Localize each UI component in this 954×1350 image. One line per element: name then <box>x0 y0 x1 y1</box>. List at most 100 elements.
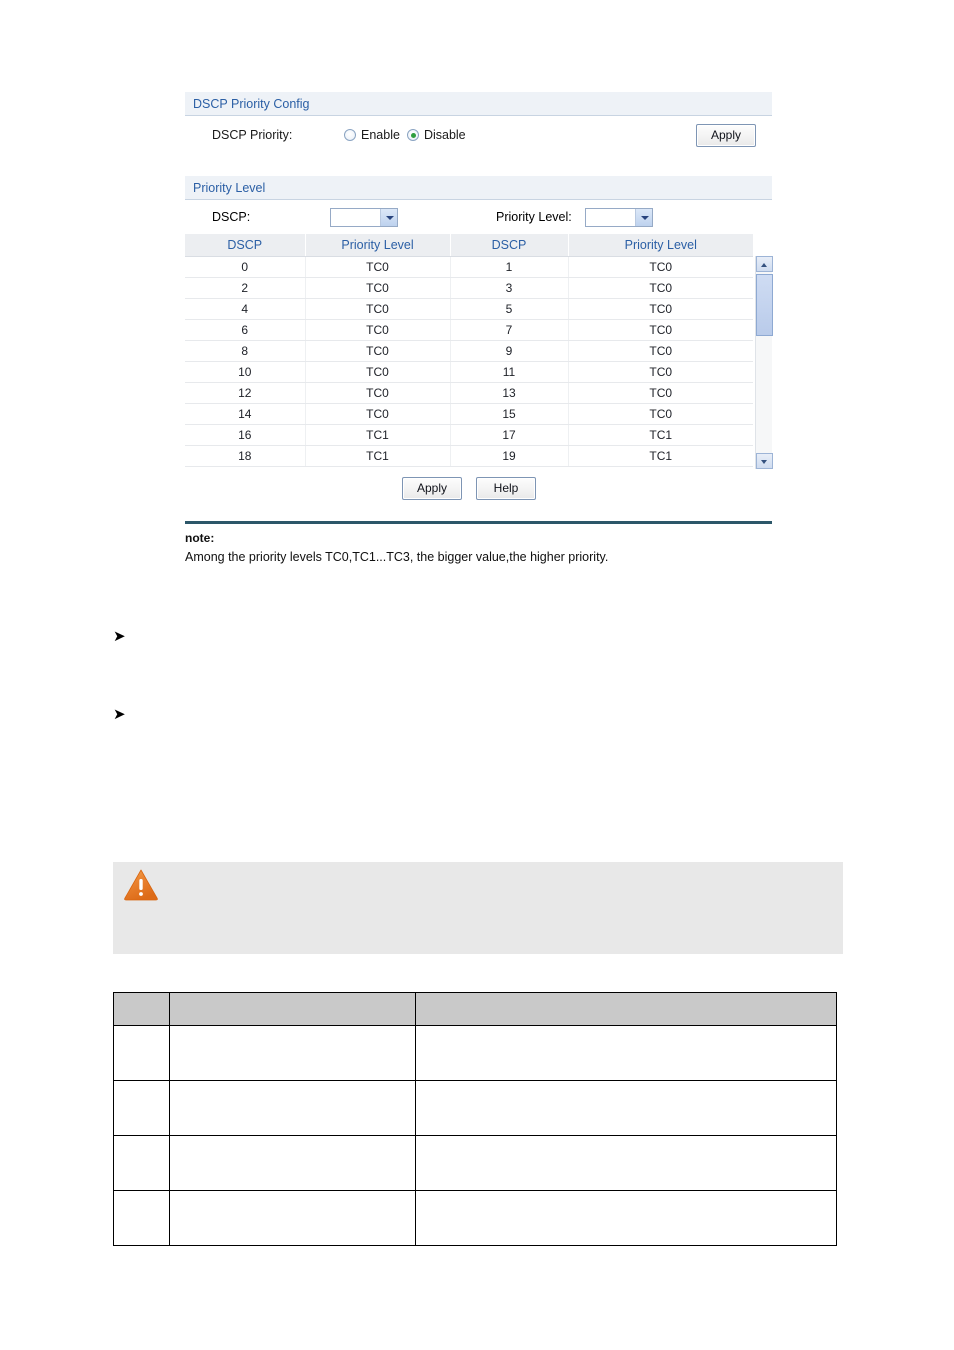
table-cell: 5 <box>450 298 569 320</box>
arrow-bullet-icon: ➤ <box>113 705 126 723</box>
caution-box <box>113 862 843 954</box>
dscp-config-body: DSCP Priority: Enable Disable Apply <box>185 116 772 154</box>
table-row <box>113 1025 838 1081</box>
apply-button-dscp-config[interactable]: Apply <box>696 124 756 147</box>
apply-button-priority-level[interactable]: Apply <box>402 476 462 500</box>
table-cell: TC0 <box>305 361 451 383</box>
radio-enable-icon[interactable] <box>344 129 356 141</box>
table-cell: 13 <box>450 382 569 404</box>
table-cell <box>113 1135 170 1191</box>
dscp-priority-label: DSCP Priority: <box>212 128 293 142</box>
table-row: 16 TC1 17 TC1 <box>185 424 753 446</box>
table-cell <box>414 1190 838 1246</box>
table-cell: TC0 <box>305 340 451 362</box>
arrow-bullet-icon: ➤ <box>113 627 126 645</box>
table-cell: 10 <box>185 361 306 383</box>
table-cell: 3 <box>450 277 569 299</box>
table-cell <box>113 1025 170 1081</box>
table-cell: 1 <box>450 256 569 278</box>
table-row: 0 TC0 1 TC0 <box>185 256 753 278</box>
warning-triangle-icon <box>124 869 158 901</box>
note-text: Among the priority levels TC0,TC1...TC3,… <box>185 549 609 564</box>
table-cell: 6 <box>185 319 306 341</box>
table-cell <box>414 1025 838 1081</box>
dscp-priority-row: DSCP Priority: Enable Disable Apply <box>185 116 772 154</box>
dscp-mapping-table: DSCP Priority Level DSCP Priority Level … <box>185 234 753 467</box>
radio-disable-label: Disable <box>423 128 466 142</box>
table-cell: 16 <box>185 424 306 446</box>
table-cell: TC0 <box>305 277 451 299</box>
table-cell <box>414 1135 838 1191</box>
table-row <box>113 1135 838 1191</box>
table-cell: 0 <box>185 256 306 278</box>
dscp-priority-radio-group: Enable Disable <box>344 128 466 142</box>
specification-table <box>113 992 838 1246</box>
table-cell: 17 <box>450 424 569 446</box>
priority-level-selectors-row: DSCP: Priority Level: <box>185 200 772 234</box>
table-cell: 2 <box>185 277 306 299</box>
table-cell: TC1 <box>568 445 753 467</box>
table-vertical-scrollbar[interactable] <box>755 256 773 469</box>
priority-level-select[interactable] <box>584 207 653 227</box>
section-header-dscp-priority-config: DSCP Priority Config <box>185 92 772 116</box>
scroll-down-arrow-icon[interactable] <box>756 453 773 469</box>
table-cell: TC0 <box>305 382 451 404</box>
table-cell: TC0 <box>305 403 451 425</box>
chevron-down-icon[interactable] <box>380 208 397 226</box>
table-cell: 12 <box>185 382 306 404</box>
spec-col-header-3 <box>414 992 838 1026</box>
page-root: DSCP Priority Config DSCP Priority: Enab… <box>0 0 954 1350</box>
table-row: 2 TC0 3 TC0 <box>185 277 753 299</box>
priority-level-select-label: Priority Level: <box>496 210 572 224</box>
dscp-select-label: DSCP: <box>212 210 251 224</box>
radio-option-disable[interactable]: Disable <box>406 128 466 142</box>
col-header-priority-left: Priority Level <box>305 234 451 257</box>
table-cell: TC0 <box>568 382 753 404</box>
table-cell: 14 <box>185 403 306 425</box>
table-cell: TC0 <box>568 361 753 383</box>
table-row: 14 TC0 15 TC0 <box>185 403 753 425</box>
help-button[interactable]: Help <box>476 476 536 500</box>
col-header-dscp-left: DSCP <box>185 234 306 257</box>
dscp-select[interactable] <box>330 207 398 227</box>
spec-table-header-row <box>113 992 838 1026</box>
table-cell: TC0 <box>305 256 451 278</box>
table-row: 10 TC0 11 TC0 <box>185 361 753 383</box>
table-row: 4 TC0 5 TC0 <box>185 298 753 320</box>
table-cell: TC0 <box>568 319 753 341</box>
table-cell <box>414 1080 838 1136</box>
radio-disable-icon[interactable] <box>406 129 419 141</box>
table-cell: 7 <box>450 319 569 341</box>
spec-col-header-2 <box>168 992 416 1026</box>
chevron-down-icon[interactable] <box>634 208 652 226</box>
table-row: 12 TC0 13 TC0 <box>185 382 753 404</box>
table-cell: TC1 <box>305 424 451 446</box>
radio-option-enable[interactable]: Enable <box>344 128 400 142</box>
priority-level-body: DSCP: Priority Level: DSCP Priority Leve… <box>185 200 773 512</box>
table-cell: 4 <box>185 298 306 320</box>
section-divider <box>185 520 772 524</box>
table-row: 8 TC0 9 TC0 <box>185 340 753 362</box>
table-cell: 8 <box>185 340 306 362</box>
table-row <box>113 1080 838 1136</box>
table-row: 6 TC0 7 TC0 <box>185 319 753 341</box>
table-cell: TC0 <box>568 298 753 320</box>
scroll-up-arrow-icon[interactable] <box>756 256 773 272</box>
table-cell <box>113 1080 170 1136</box>
dscp-table-body: 0 TC0 1 TC0 2 TC0 3 TC0 4 TC0 5 TC0 6 TC0 7 TC0 8 TC0 9 TC0… <box>185 256 753 467</box>
spec-col-header-1 <box>113 992 170 1026</box>
table-header-row: DSCP Priority Level DSCP Priority Level <box>185 234 753 257</box>
table-row: 18 TC1 19 TC1 <box>185 445 753 467</box>
table-cell: TC0 <box>568 256 753 278</box>
spec-table-body <box>113 1025 838 1246</box>
table-cell <box>168 1190 416 1246</box>
priority-level-button-row: Apply Help <box>185 467 753 512</box>
table-cell: 11 <box>450 361 569 383</box>
radio-enable-label: Enable <box>361 128 400 142</box>
section-header-priority-level: Priority Level <box>185 176 772 200</box>
scrollbar-thumb[interactable] <box>756 274 773 336</box>
table-cell <box>113 1190 170 1246</box>
table-cell: TC0 <box>568 403 753 425</box>
table-cell: TC0 <box>305 298 451 320</box>
table-cell: TC1 <box>568 424 753 446</box>
